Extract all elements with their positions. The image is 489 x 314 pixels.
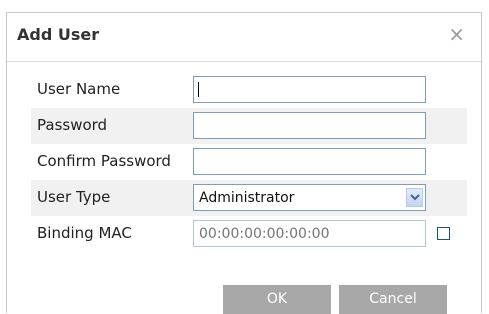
user-type-select[interactable]: Administrator	[193, 184, 426, 211]
cancel-button[interactable]: Cancel	[339, 285, 447, 314]
close-icon[interactable]: ×	[448, 19, 465, 49]
add-user-dialog: Add User × User Name Password Confirm Pa…	[6, 12, 482, 314]
binding-mac-label: Binding MAC	[37, 224, 132, 242]
password-row: Password	[31, 108, 467, 144]
user-name-label: User Name	[37, 80, 121, 98]
dialog-title: Add User	[17, 25, 100, 44]
user-type-label: User Type	[37, 188, 111, 206]
title-divider	[7, 61, 481, 62]
confirm-password-input[interactable]	[193, 148, 426, 175]
user-name-input[interactable]	[193, 76, 426, 103]
binding-mac-checkbox[interactable]	[437, 227, 450, 240]
binding-mac-row: Binding MAC	[31, 216, 467, 252]
password-label: Password	[37, 116, 108, 134]
binding-mac-input[interactable]	[193, 220, 426, 247]
confirm-password-row: Confirm Password	[31, 144, 467, 180]
user-type-value: Administrator	[199, 190, 295, 206]
user-name-row: User Name	[31, 72, 467, 108]
user-type-row: User Type Administrator	[31, 180, 467, 216]
text-caret	[198, 82, 199, 97]
ok-button[interactable]: OK	[223, 285, 331, 314]
confirm-password-label: Confirm Password	[37, 152, 171, 170]
dropdown-arrow-button[interactable]	[406, 188, 423, 207]
chevron-down-icon	[410, 194, 420, 201]
password-input[interactable]	[193, 112, 426, 139]
